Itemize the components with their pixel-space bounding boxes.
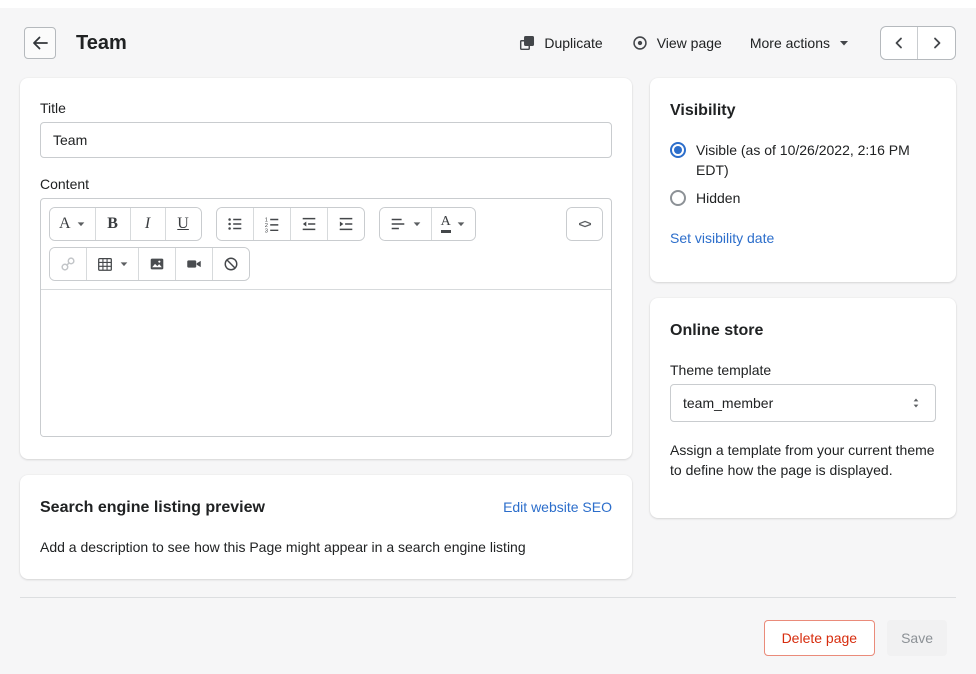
caret-down-icon xyxy=(412,219,422,229)
text-style-group: A B I U xyxy=(49,207,202,241)
bold-letter: B xyxy=(107,216,118,232)
italic-button[interactable]: I xyxy=(131,208,166,240)
online-store-card-title: Online store xyxy=(670,322,936,340)
italic-letter: I xyxy=(145,216,150,232)
editor-toolbar: A B I U xyxy=(41,199,611,289)
caret-down-icon xyxy=(119,259,129,269)
toolbar-row-1: A B I U xyxy=(49,207,603,241)
more-actions-label: More actions xyxy=(750,35,830,51)
seo-preview-card: Search engine listing preview Edit websi… xyxy=(20,475,632,579)
page-header: Team Duplicate View page More actions xyxy=(0,8,976,78)
rich-text-editor: A B I U xyxy=(40,198,612,437)
back-button[interactable] xyxy=(24,27,56,59)
theme-template-label: Theme template xyxy=(670,362,936,378)
radio-option-hidden[interactable]: Hidden xyxy=(670,188,936,208)
clear-formatting-button[interactable] xyxy=(213,248,249,280)
page-title: Team xyxy=(76,32,127,55)
outdent-icon xyxy=(300,215,318,233)
duplicate-button[interactable]: Duplicate xyxy=(518,34,602,52)
seo-description: Add a description to see how this Page m… xyxy=(40,539,612,555)
indent-icon xyxy=(337,215,355,233)
eye-icon xyxy=(631,34,649,52)
header-actions: Duplicate View page More actions xyxy=(518,26,956,60)
numbered-list-icon: 123 xyxy=(263,215,281,233)
previous-page-button[interactable] xyxy=(881,27,918,59)
bold-button[interactable]: B xyxy=(96,208,131,240)
window-top-strip xyxy=(0,0,976,8)
align-left-icon xyxy=(389,215,407,233)
insert-video-button[interactable] xyxy=(176,248,213,280)
theme-template-value: team_member xyxy=(683,395,773,411)
side-column: Visibility Visible (as of 10/26/2022, 2:… xyxy=(650,78,956,518)
outdent-button[interactable] xyxy=(291,208,328,240)
insert-link-button[interactable] xyxy=(50,248,87,280)
caret-down-icon xyxy=(456,219,466,229)
toolbar-row-2 xyxy=(49,247,603,281)
delete-page-button[interactable]: Delete page xyxy=(764,620,876,656)
underline-button[interactable]: U xyxy=(166,208,201,240)
chevron-down-icon xyxy=(838,37,850,49)
align-color-group: A xyxy=(379,207,476,241)
duplicate-label: Duplicate xyxy=(544,35,602,51)
radio-hidden-label: Hidden xyxy=(696,188,740,208)
edit-website-seo-link[interactable]: Edit website SEO xyxy=(503,499,612,515)
chevron-right-icon xyxy=(930,36,944,50)
alignment-dropdown-button[interactable] xyxy=(380,208,432,240)
list-indent-group: 123 xyxy=(216,207,365,241)
main-column: Title Content A B xyxy=(20,78,632,579)
insert-image-button[interactable] xyxy=(139,248,176,280)
bulleted-list-button[interactable] xyxy=(217,208,254,240)
link-icon xyxy=(59,255,77,273)
numbered-list-button[interactable]: 123 xyxy=(254,208,291,240)
save-button[interactable]: Save xyxy=(887,620,947,656)
table-icon xyxy=(96,255,114,273)
seo-card-title: Search engine listing preview xyxy=(40,499,265,517)
underline-letter: U xyxy=(177,216,189,232)
text-color-letter: A xyxy=(441,215,451,233)
page-details-card: Title Content A B xyxy=(20,78,632,459)
indent-button[interactable] xyxy=(328,208,364,240)
chevron-left-icon xyxy=(892,36,906,50)
radio-visible-label: Visible (as of 10/26/2022, 2:16 PM EDT) xyxy=(696,140,936,180)
arrow-left-icon xyxy=(30,33,50,53)
caret-down-icon xyxy=(76,219,86,229)
set-visibility-date-link[interactable]: Set visibility date xyxy=(670,230,774,246)
insert-group xyxy=(49,247,250,281)
theme-template-select[interactable]: team_member xyxy=(670,384,936,422)
content-editable-area[interactable] xyxy=(41,290,611,436)
show-html-button[interactable]: <> xyxy=(567,208,602,240)
svg-text:3: 3 xyxy=(264,228,267,233)
visibility-card: Visibility Visible (as of 10/26/2022, 2:… xyxy=(650,78,956,282)
pagination-group xyxy=(880,26,956,60)
code-label: <> xyxy=(578,217,590,231)
view-page-label: View page xyxy=(657,35,722,51)
radio-option-visible[interactable]: Visible (as of 10/26/2022, 2:16 PM EDT) xyxy=(670,140,936,180)
radio-unselected-icon xyxy=(670,190,686,206)
prohibit-icon xyxy=(222,255,240,273)
code-group: <> xyxy=(566,207,603,241)
title-label: Title xyxy=(40,100,612,116)
visibility-card-title: Visibility xyxy=(670,102,936,120)
text-color-dropdown-button[interactable]: A xyxy=(432,208,475,240)
main-layout: Title Content A B xyxy=(0,78,976,579)
content-label: Content xyxy=(40,176,612,192)
theme-template-help-text: Assign a template from your current them… xyxy=(670,440,936,480)
formatting-dropdown-button[interactable]: A xyxy=(50,208,96,240)
insert-table-button[interactable] xyxy=(87,248,139,280)
next-page-button[interactable] xyxy=(918,27,955,59)
title-input[interactable] xyxy=(40,122,612,158)
online-store-card: Online store Theme template team_member … xyxy=(650,298,956,518)
video-icon xyxy=(185,255,203,273)
seo-card-header: Search engine listing preview Edit websi… xyxy=(40,499,612,517)
bulleted-list-icon xyxy=(226,215,244,233)
view-page-button[interactable]: View page xyxy=(631,34,722,52)
formatting-letter: A xyxy=(59,216,71,232)
radio-selected-icon xyxy=(670,142,686,158)
image-icon xyxy=(148,255,166,273)
more-actions-button[interactable]: More actions xyxy=(750,35,850,51)
sort-arrows-icon xyxy=(909,396,923,410)
duplicate-icon xyxy=(518,34,536,52)
footer-actions: Delete page Save xyxy=(0,598,976,656)
